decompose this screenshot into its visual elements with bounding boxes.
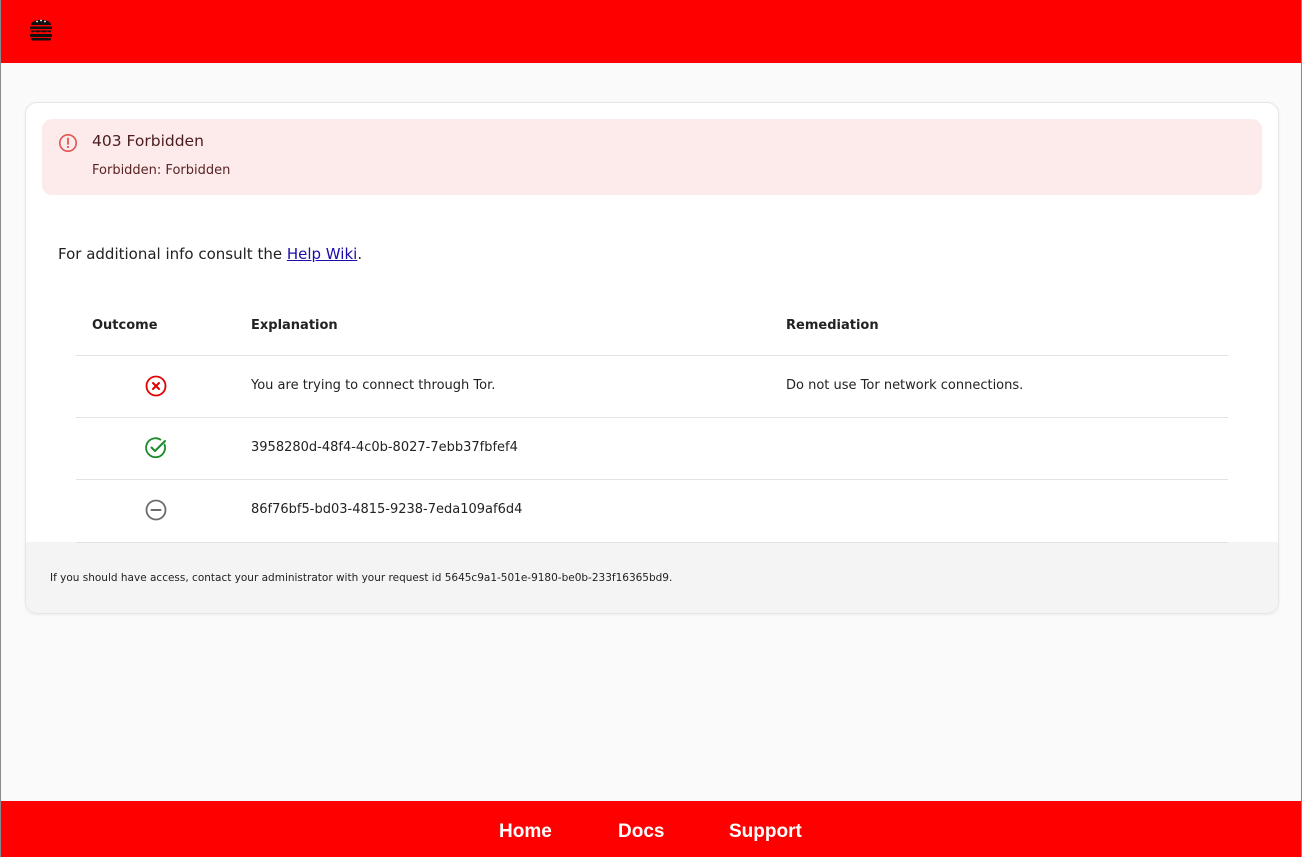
top-bar [1, 0, 1301, 63]
row-explanation: You are trying to connect through Tor. [251, 378, 496, 393]
nav-docs-link[interactable]: Docs [618, 821, 664, 843]
bottom-nav-bar: Home Docs Support [1, 801, 1301, 857]
page: 403 Forbidden Forbidden: Forbidden For a… [0, 0, 1302, 857]
column-header-outcome: Outcome [92, 318, 158, 333]
table-row: You are trying to connect through Tor. D… [76, 355, 1228, 417]
check-circle-icon [145, 437, 166, 459]
column-header-remediation: Remediation [786, 318, 879, 333]
table-row: 86f76bf5-bd03-4815-9238-7eda109af6d4 [76, 479, 1228, 541]
x-circle-icon [145, 375, 167, 397]
row-explanation: 3958280d-48f4-4c0b-8027-7ebb37fbfef4 [251, 440, 518, 455]
row-explanation: 86f76bf5-bd03-4815-9238-7eda109af6d4 [251, 502, 523, 517]
table-row: 3958280d-48f4-4c0b-8027-7ebb37fbfef4 [76, 417, 1228, 479]
help-info-text: For additional info consult the Help Wik… [58, 245, 362, 263]
error-alert: 403 Forbidden Forbidden: Forbidden [42, 119, 1262, 195]
table-bottom-divider [76, 542, 1228, 543]
nav-home-link[interactable]: Home [499, 821, 552, 843]
alert-circle-icon [59, 134, 77, 152]
minus-circle-icon [145, 499, 167, 521]
alert-message: Forbidden: Forbidden [92, 163, 231, 178]
help-info-prefix: For additional info consult the [58, 245, 287, 263]
row-remediation: Do not use Tor network connections. [786, 378, 1024, 393]
alert-title: 403 Forbidden [92, 132, 204, 150]
error-card: 403 Forbidden Forbidden: Forbidden For a… [25, 102, 1279, 614]
nav-support-link[interactable]: Support [729, 821, 802, 843]
burger-icon[interactable] [29, 15, 53, 41]
request-id-note: If you should have access, contact your … [50, 572, 673, 584]
column-header-explanation: Explanation [251, 318, 338, 333]
help-info-suffix: . [357, 245, 363, 263]
card-footer: If you should have access, contact your … [26, 542, 1278, 613]
help-wiki-link[interactable]: Help Wiki [287, 245, 358, 263]
